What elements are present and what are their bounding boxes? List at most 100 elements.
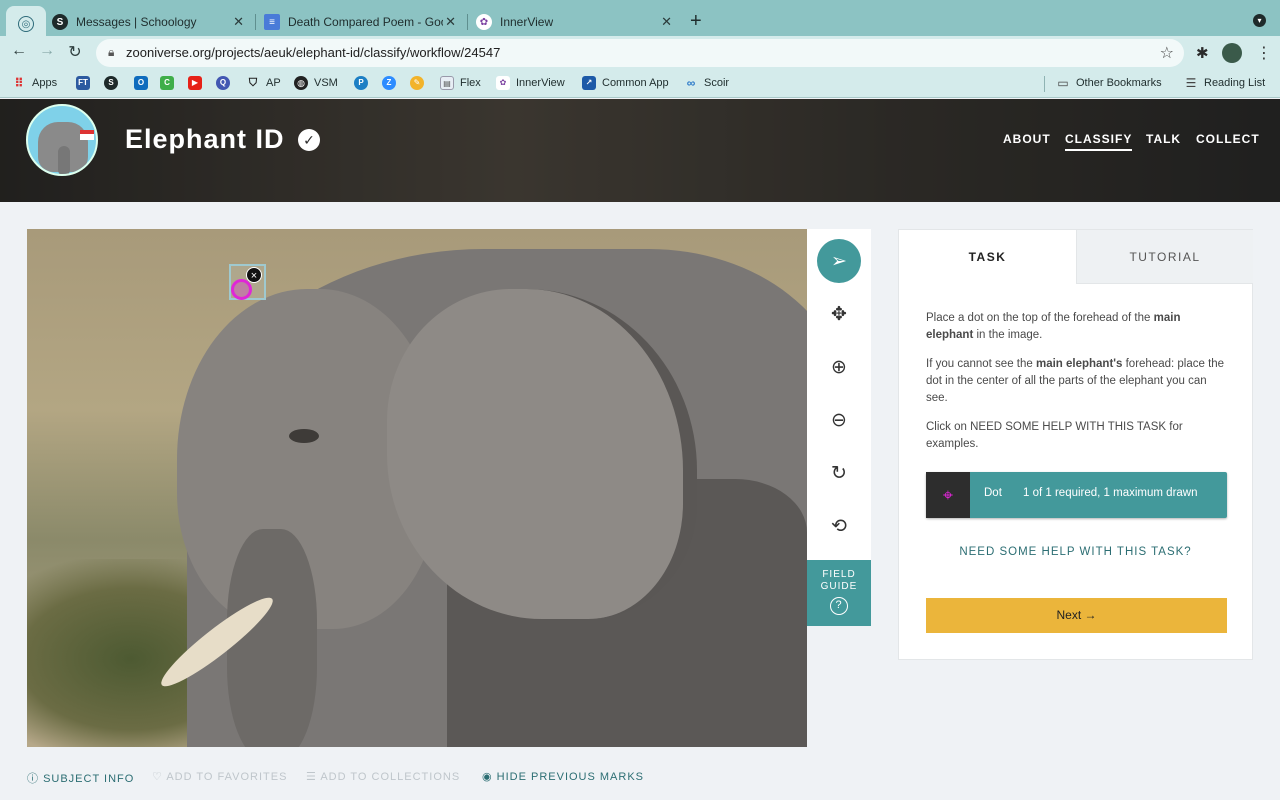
tab-schoology[interactable]: S Messages | Schoology ✕ [52, 8, 252, 36]
bookmark-scoir[interactable]: ∞ Scoir [684, 76, 729, 90]
add-to-collections-link[interactable]: ☰ ADD TO COLLECTIONS [306, 770, 460, 783]
tab-innerview[interactable]: ✿ InnerView ✕ [476, 8, 680, 36]
instruction-text: If you cannot see the [926, 358, 1036, 370]
hide-previous-marks-link[interactable]: ◉ HIDE PREVIOUS MARKS [482, 770, 644, 783]
pointer-icon[interactable]: ➢ [817, 239, 861, 283]
bookmark-outlook[interactable]: O [134, 76, 154, 90]
bookmark-commonapp[interactable]: ↗ Common App [582, 76, 669, 90]
project-header: Elephant ID ✓ ABOUT CLASSIFY TALK COLLEC… [0, 99, 1280, 202]
shield-icon: ⛉ [248, 77, 258, 89]
bookmarks-bar: ⠿ Apps FT S O C ▶ Q ⛉ AP ◍ VSM P Z ✎ ▤ Flex … [0, 70, 1280, 98]
page-icon: ▤ [440, 76, 454, 90]
bookmark-label: Flex [460, 77, 481, 89]
tool-status: 1 of 1 required, 1 maximum drawn [1023, 487, 1198, 499]
nav-collect[interactable]: COLLECT [1196, 132, 1260, 146]
bookmark-label: Scoir [704, 77, 730, 89]
tab-task[interactable]: TASK [899, 230, 1076, 284]
youtube-icon: ▶ [188, 76, 202, 90]
bookmark-flex[interactable]: ▤ Flex [440, 76, 481, 90]
field-guide-button[interactable]: FIELD GUIDE ? [807, 560, 871, 626]
dot-mark[interactable] [231, 279, 252, 300]
tab-separator [467, 14, 468, 30]
back-icon[interactable]: ← [8, 42, 30, 60]
footer-label: ADD TO COLLECTIONS [320, 771, 461, 783]
bookmark-label: Other Bookmarks [1076, 77, 1162, 89]
bookmark-vsm[interactable]: ◍ VSM [294, 76, 338, 90]
bookmark-classroom[interactable]: C [160, 76, 180, 90]
list-icon: ☰ [306, 771, 321, 783]
bookmark-quizlet[interactable]: Q [216, 76, 236, 90]
project-avatar[interactable] [26, 104, 98, 176]
close-icon[interactable]: ✕ [445, 14, 456, 30]
close-icon[interactable]: ✕ [661, 14, 672, 30]
delete-mark-icon[interactable]: × [246, 267, 262, 283]
bookmark-other[interactable]: ▭ Other Bookmarks [1056, 76, 1162, 90]
bookmark-zoom[interactable]: Z [382, 76, 402, 90]
browser-toolbar: ← → ↻ 🔒︎ zooniverse.org/projects/aeuk/el… [0, 36, 1280, 70]
task-instruction-2: If you cannot see the main elephant's fo… [926, 356, 1226, 407]
next-button[interactable]: Next → [926, 598, 1227, 633]
profile-avatar[interactable] [1222, 43, 1242, 63]
footer-label: ADD TO FAVORITES [166, 771, 288, 783]
bookmark-ap[interactable]: ⛉ AP [246, 76, 281, 90]
project-title[interactable]: Elephant ID [125, 124, 285, 155]
new-tab-icon[interactable]: + [690, 10, 702, 33]
bookmark-label: Apps [32, 77, 58, 89]
dot-tool-option[interactable]: ⌖ Dot 1 of 1 required, 1 maximum drawn [926, 472, 1227, 518]
address-bar[interactable]: 🔒︎ zooniverse.org/projects/aeuk/elephant… [96, 39, 1184, 67]
bookmark-p[interactable]: P [354, 76, 374, 90]
reset-icon[interactable]: ⟲ [817, 504, 861, 548]
menu-icon[interactable]: ⋮ [1256, 43, 1272, 63]
innerview-icon: ✿ [476, 14, 492, 30]
heart-icon: ♡ [152, 771, 167, 783]
bookmark-youtube[interactable]: ▶ [188, 76, 208, 90]
bookmark-apps[interactable]: ⠿ Apps [12, 76, 57, 90]
innerview-icon: ✿ [496, 76, 510, 90]
bookmark-reading-list[interactable]: ☰ Reading List [1184, 76, 1266, 90]
quizlet-icon: Q [216, 76, 230, 90]
instruction-text: in the image. [973, 329, 1043, 341]
rotate-icon[interactable]: ↻ [817, 451, 861, 495]
zoom-out-icon[interactable]: ⊖ [817, 398, 861, 442]
flag-icon [80, 130, 94, 140]
bookmark-innerview[interactable]: ✿ InnerView [496, 76, 565, 90]
apps-grid-icon: ⠿ [14, 76, 24, 90]
bookmark-schoology[interactable]: S [104, 76, 124, 90]
bookmark-label: AP [266, 77, 281, 89]
tab-title: Messages | Schoology [76, 15, 197, 29]
tab-title: Death Compared Poem - Goog [288, 15, 443, 29]
bookmark-edit[interactable]: ✎ [410, 76, 430, 90]
tab-tutorial[interactable]: TUTORIAL [1076, 230, 1253, 284]
task-panel: TASK TUTORIAL Place a dot on the top of … [898, 229, 1253, 660]
instruction-text: Place a dot on the top of the forehead o… [926, 312, 1154, 324]
tab-google-doc[interactable]: ≡ Death Compared Poem - Goog ✕ [264, 8, 464, 36]
zoom-in-icon[interactable]: ⊕ [817, 345, 861, 389]
nav-talk[interactable]: TALK [1146, 132, 1181, 146]
move-icon[interactable]: ✥ [817, 292, 861, 336]
url-text: zooniverse.org/projects/aeuk/elephant-id… [126, 45, 501, 60]
bookmark-star-icon[interactable]: ☆ [1160, 43, 1174, 63]
forward-icon[interactable]: → [36, 42, 58, 60]
bookmark-ft[interactable]: FT [76, 76, 96, 90]
reload-icon[interactable]: ↻ [64, 42, 86, 62]
add-to-favorites-link[interactable]: ♡ ADD TO FAVORITES [152, 770, 287, 783]
extensions-icon[interactable]: ✱ [1196, 44, 1209, 62]
tab-search-icon[interactable]: ▾ [1253, 14, 1266, 27]
nav-about[interactable]: ABOUT [1003, 132, 1051, 146]
link-icon: ∞ [686, 76, 696, 90]
verified-check-icon: ✓ [298, 129, 320, 151]
zooniverse-icon: ◎ [18, 16, 34, 32]
close-icon[interactable]: ✕ [233, 14, 244, 30]
subject-info-link[interactable]: ⓘ SUBJECT INFO [27, 770, 134, 786]
task-instruction-3: Click on NEED SOME HELP WITH THIS TASK f… [926, 421, 1183, 450]
footer-label: SUBJECT INFO [43, 773, 135, 785]
nav-classify[interactable]: CLASSIFY [1065, 132, 1133, 151]
docs-icon: ≡ [264, 14, 280, 30]
bookmark-label: VSM [314, 77, 338, 89]
subject-image[interactable] [27, 229, 807, 747]
tab-title: InnerView [500, 15, 554, 29]
instruction-bold: main elephant's [1035, 358, 1123, 370]
eye-icon: ◉ [482, 771, 497, 783]
need-help-link[interactable]: NEED SOME HELP WITH THIS TASK? [899, 546, 1252, 558]
classroom-icon: C [160, 76, 174, 90]
